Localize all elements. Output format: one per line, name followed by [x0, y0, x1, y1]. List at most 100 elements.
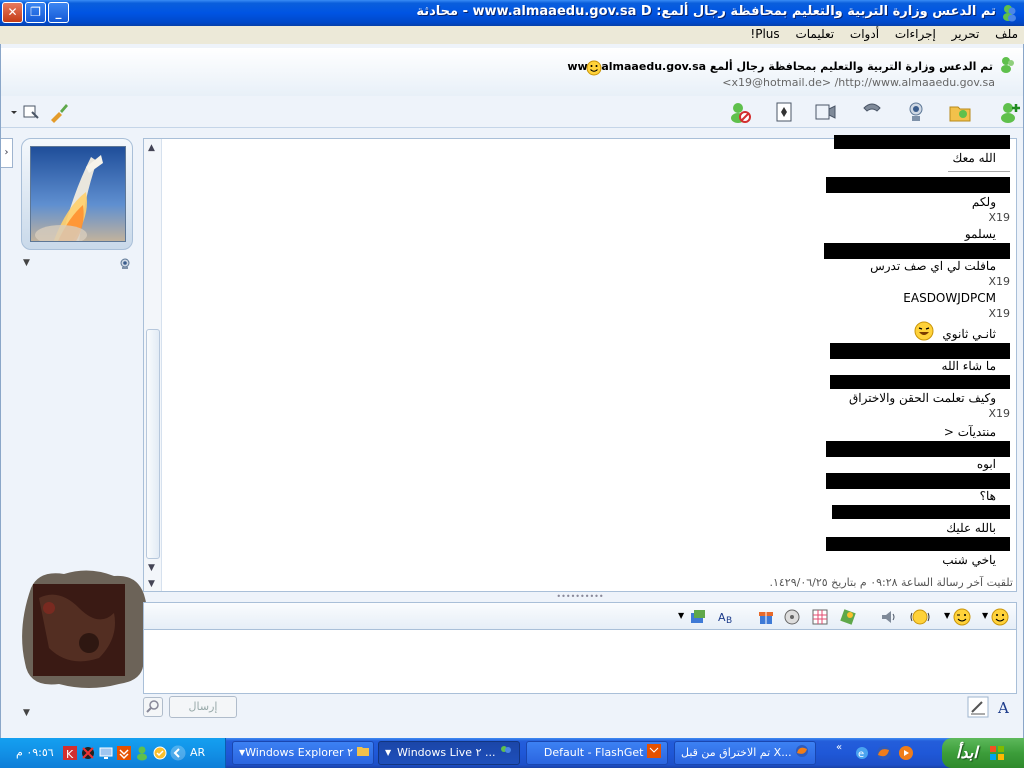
pane-splitter[interactable]: •••••••••• [143, 593, 1017, 602]
firefox-quicklaunch-icon[interactable] [876, 745, 892, 761]
display-options-dropdown-icon[interactable] [9, 100, 19, 124]
menu-plus[interactable]: Plus! [744, 26, 785, 42]
smile-emoticon-icon [586, 60, 602, 76]
message: ما شاء الله [941, 359, 996, 373]
search-button[interactable] [143, 697, 163, 717]
my-avatar-dropdown-icon[interactable]: ▼ [23, 708, 30, 718]
block-contact-icon[interactable] [727, 100, 753, 124]
language-indicator[interactable]: AR [190, 746, 205, 759]
voice-clip-icon[interactable] [878, 607, 898, 627]
message: ها؟ [979, 489, 996, 503]
redacted-block [826, 473, 1010, 489]
display-options-icon[interactable] [21, 100, 43, 124]
task-flashget[interactable]: Default - FlashGet [526, 741, 668, 765]
send-files-icon[interactable] [947, 100, 973, 124]
invite-contact-icon[interactable] [997, 100, 1023, 124]
translate-dropdown-icon[interactable]: ▼ [678, 611, 684, 620]
games-icon[interactable] [771, 100, 797, 124]
task-browser[interactable]: تم الاختراق من قبل X... [674, 741, 816, 765]
avatar-options-dropdown-icon[interactable]: ▼ [23, 258, 30, 268]
task-windows-explorer[interactable]: ▼ Windows Explorer ٢ [232, 741, 374, 765]
gift-icon[interactable] [756, 607, 776, 627]
scroll-down-icon[interactable]: ▼ [148, 563, 155, 573]
translate-icon[interactable] [688, 607, 708, 627]
contact-header: تم الدعس وزارة التربية والتعليم بمحافظة … [1, 48, 1023, 96]
redacted-block [824, 243, 1010, 259]
expand-sidebar-button[interactable]: › [1, 138, 13, 168]
svg-text:A: A [718, 611, 726, 624]
menu-actions[interactable]: إجراءات [889, 26, 942, 42]
menu-tools[interactable]: أدوات [844, 26, 885, 42]
emoticon-icon[interactable] [990, 607, 1010, 627]
flashget-icon [647, 744, 661, 758]
message: ثانـي ثانوي [942, 327, 996, 341]
redacted-block [830, 343, 1010, 359]
contact-status-icon [1001, 57, 1014, 73]
menu-bar: ملف تحرير إجراءات أدوات تعليمات Plus! [0, 26, 1024, 44]
close-button[interactable]: ✕ [2, 2, 23, 23]
title-bar: تم الدعس وزارة التربية والتعليم بمحافظة … [0, 0, 1024, 26]
history-scrollbar[interactable]: ▲ ▼ ▼ [144, 139, 162, 591]
audio-icon[interactable] [782, 607, 802, 627]
message: مافلت لي اي صف تدرس [870, 259, 996, 273]
wink-dropdown-icon[interactable]: ▼ [944, 611, 950, 620]
conversation-history[interactable]: ▲ ▼ ▼ الله معك ولكم X19 يسلمو مافلت لي ا… [143, 135, 1017, 592]
tray-expand-icon[interactable] [170, 745, 186, 761]
emoticon-dropdown-icon[interactable]: ▼ [982, 611, 988, 620]
contact-avatar-frame[interactable] [21, 138, 133, 250]
message: EASDOWJDPCM [903, 291, 996, 305]
notification-tray-icon[interactable] [152, 745, 168, 761]
background-grid-icon[interactable] [810, 607, 830, 627]
menu-help[interactable]: تعليمات [789, 26, 840, 42]
svg-text:K: K [66, 748, 74, 761]
task-label: Default - FlashGet [543, 746, 644, 759]
media-player-icon[interactable] [898, 745, 914, 761]
task-windows-live[interactable]: ▼ Windows Live ٢ ... [378, 741, 520, 765]
handwriting-icon[interactable] [967, 696, 989, 718]
wink-emoticon-icon[interactable] [952, 607, 972, 627]
message: وكيف تعلمت الحقن والاختراق [848, 391, 996, 405]
message-list: الله معك ولكم X19 يسلمو مافلت لي اي صف ت… [690, 135, 1010, 591]
conversation-window: تم الدعس وزارة التربية والتعليم بمحافظة … [0, 44, 1024, 738]
network-tray-icon[interactable] [80, 745, 96, 761]
contact-avatar [30, 146, 126, 242]
font-icon[interactable]: A [993, 696, 1015, 718]
message-input[interactable] [143, 630, 1017, 694]
video-call-icon[interactable] [813, 100, 839, 124]
start-button[interactable]: ابدأ [942, 738, 1024, 768]
sender-tag: X19 [988, 307, 1010, 320]
nudge-icon[interactable] [910, 607, 930, 627]
my-avatar[interactable] [19, 568, 149, 688]
svg-text:e: e [858, 749, 864, 760]
internet-explorer-icon[interactable]: e [854, 745, 870, 761]
sender-tag: X19 [988, 275, 1010, 288]
quick-launch-expand-icon[interactable]: « [836, 742, 842, 753]
scroll-thumb[interactable] [146, 329, 160, 559]
menu-edit[interactable]: تحرير [946, 26, 986, 42]
webcam-status-icon[interactable] [119, 258, 131, 270]
firefox-icon [796, 745, 809, 757]
window-title: تم الدعس وزارة التربية والتعليم بمحافظة … [416, 4, 996, 19]
send-button[interactable]: إرسال [169, 696, 237, 718]
start-label: ابدأ [956, 743, 978, 762]
spell-check-icon[interactable]: A B [716, 607, 736, 627]
background-paintbrush-icon[interactable] [47, 100, 69, 124]
sender-tag: X19 [988, 211, 1010, 224]
taskbar: ٠٩:٥٦ م K AR ▼ Windows Explorer ٢ ▼ Wind… [0, 738, 1024, 768]
scroll-up-icon[interactable]: ▲ [148, 143, 155, 153]
laughing-emoticon-icon [914, 321, 934, 341]
monitor-tray-icon[interactable] [98, 745, 114, 761]
antivirus-tray-icon[interactable]: K [62, 745, 78, 761]
webcam-icon[interactable] [903, 100, 929, 124]
minimize-button[interactable]: _ [48, 2, 69, 23]
search-icon [146, 700, 159, 713]
messenger-icon [1003, 5, 1016, 22]
clock: ٠٩:٥٦ م [16, 746, 54, 759]
menu-file[interactable]: ملف [989, 26, 1024, 42]
wink-animation-icon[interactable] [838, 607, 858, 627]
redacted-block [834, 135, 1010, 149]
call-icon[interactable] [859, 100, 885, 124]
flashget-tray-icon[interactable] [116, 745, 132, 761]
messenger-tray-icon[interactable] [134, 745, 150, 761]
restore-button[interactable]: ❐ [25, 2, 46, 23]
